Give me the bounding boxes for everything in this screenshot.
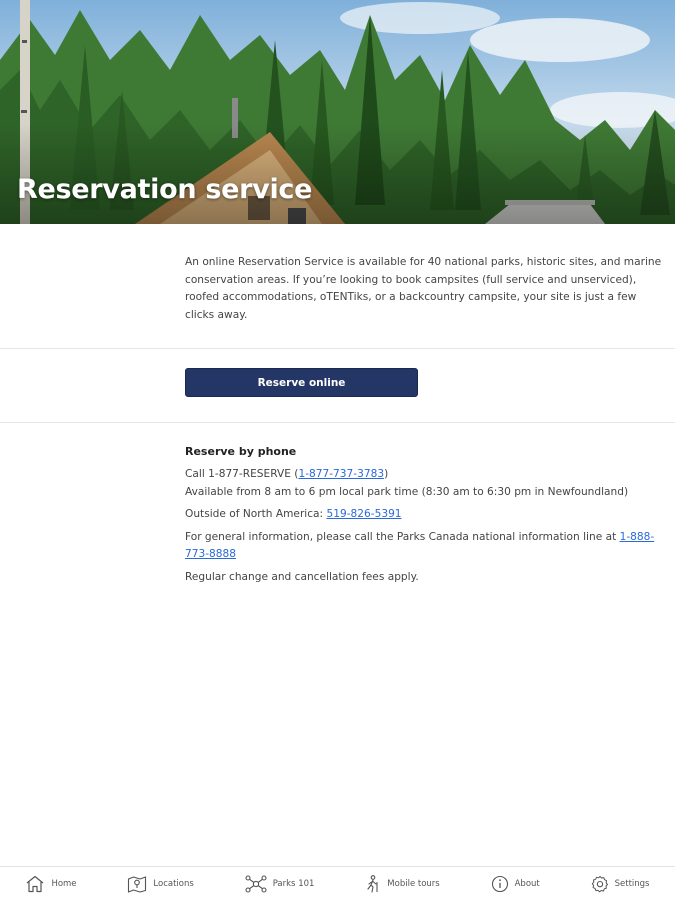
bottom-navigation: Home Locations Parks 101 Mobile tours Ab… xyxy=(0,866,675,900)
hero-banner: Reservation service xyxy=(0,0,675,224)
nav-label: Locations xyxy=(153,878,194,889)
home-icon xyxy=(27,875,44,892)
section-divider xyxy=(0,348,675,349)
page-title: Reservation service xyxy=(17,174,313,205)
call-number-link[interactable]: 1-877-737-3783 xyxy=(298,468,384,480)
reserve-online-button[interactable]: Reserve online xyxy=(185,368,418,397)
about-icon xyxy=(491,875,508,892)
outside-prefix: Outside of North America: xyxy=(185,508,327,520)
intro-text: An online Reservation Service is availab… xyxy=(185,256,662,321)
hours-text: Available from 8 am to 6 pm local park t… xyxy=(185,485,629,498)
phone-heading: Reserve by phone xyxy=(185,445,297,458)
nav-label: Home xyxy=(51,878,77,889)
nav-label: Parks 101 xyxy=(272,878,315,889)
nav-item-parks-101[interactable]: Parks 101 xyxy=(245,874,315,893)
nav-item-home[interactable]: Home xyxy=(25,875,77,893)
call-suffix: ) xyxy=(384,468,389,480)
call-prefix: Call 1-877-RESERVE ( xyxy=(185,468,299,480)
mobile-tours-icon xyxy=(367,874,378,893)
call-line: Call 1-877-RESERVE (1-877-737-3783) Avai… xyxy=(185,466,663,501)
nav-item-locations[interactable]: Locations xyxy=(127,875,194,893)
nav-label: Settings xyxy=(614,878,650,889)
nav-label: About xyxy=(514,878,540,889)
outside-line: Outside of North America: 519-826-5391 xyxy=(185,506,663,524)
locations-icon xyxy=(128,875,147,893)
outside-number-link[interactable]: 519-826-5391 xyxy=(327,508,402,520)
section-divider xyxy=(0,422,675,423)
nav-item-mobile-tours[interactable]: Mobile tours xyxy=(365,874,440,893)
nav-item-about[interactable]: About xyxy=(491,875,540,893)
nav-label: Mobile tours xyxy=(387,878,440,889)
parks-101-icon xyxy=(245,874,267,893)
reserve-by-phone-section: Reserve by phone Call 1-877-RESERVE (1-8… xyxy=(185,444,663,591)
info-prefix: For general information, please call the… xyxy=(185,530,620,543)
info-line: For general information, please call the… xyxy=(185,529,663,564)
settings-icon xyxy=(591,875,608,892)
nav-item-settings[interactable]: Settings xyxy=(591,875,650,893)
fees-text: Regular change and cancellation fees app… xyxy=(185,570,419,583)
